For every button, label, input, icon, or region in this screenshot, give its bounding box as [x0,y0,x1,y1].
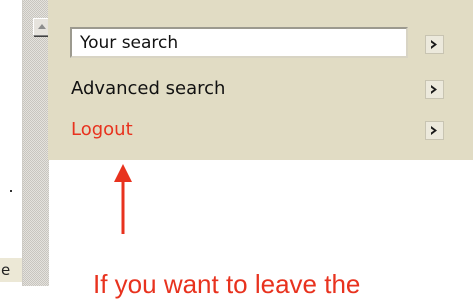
chevron-right-icon [431,40,437,49]
advanced-search-go-button[interactable] [425,80,444,99]
chevron-right-icon [431,126,437,135]
vertical-scrollbar[interactable] [22,0,51,286]
annotation-text: If you want to leave the [93,269,361,299]
logout-go-button[interactable] [425,121,444,140]
up-arrow-icon [114,164,132,234]
search-menu-panel: Advanced search Logout [48,0,473,160]
search-go-button[interactable] [425,35,444,54]
advanced-search-link[interactable]: Advanced search [71,78,225,99]
chevron-right-icon [431,85,437,94]
left-cutoff-mark [10,190,12,192]
left-cutoff-area [0,0,22,286]
logout-link[interactable]: Logout [71,119,133,140]
search-input[interactable] [70,27,408,58]
